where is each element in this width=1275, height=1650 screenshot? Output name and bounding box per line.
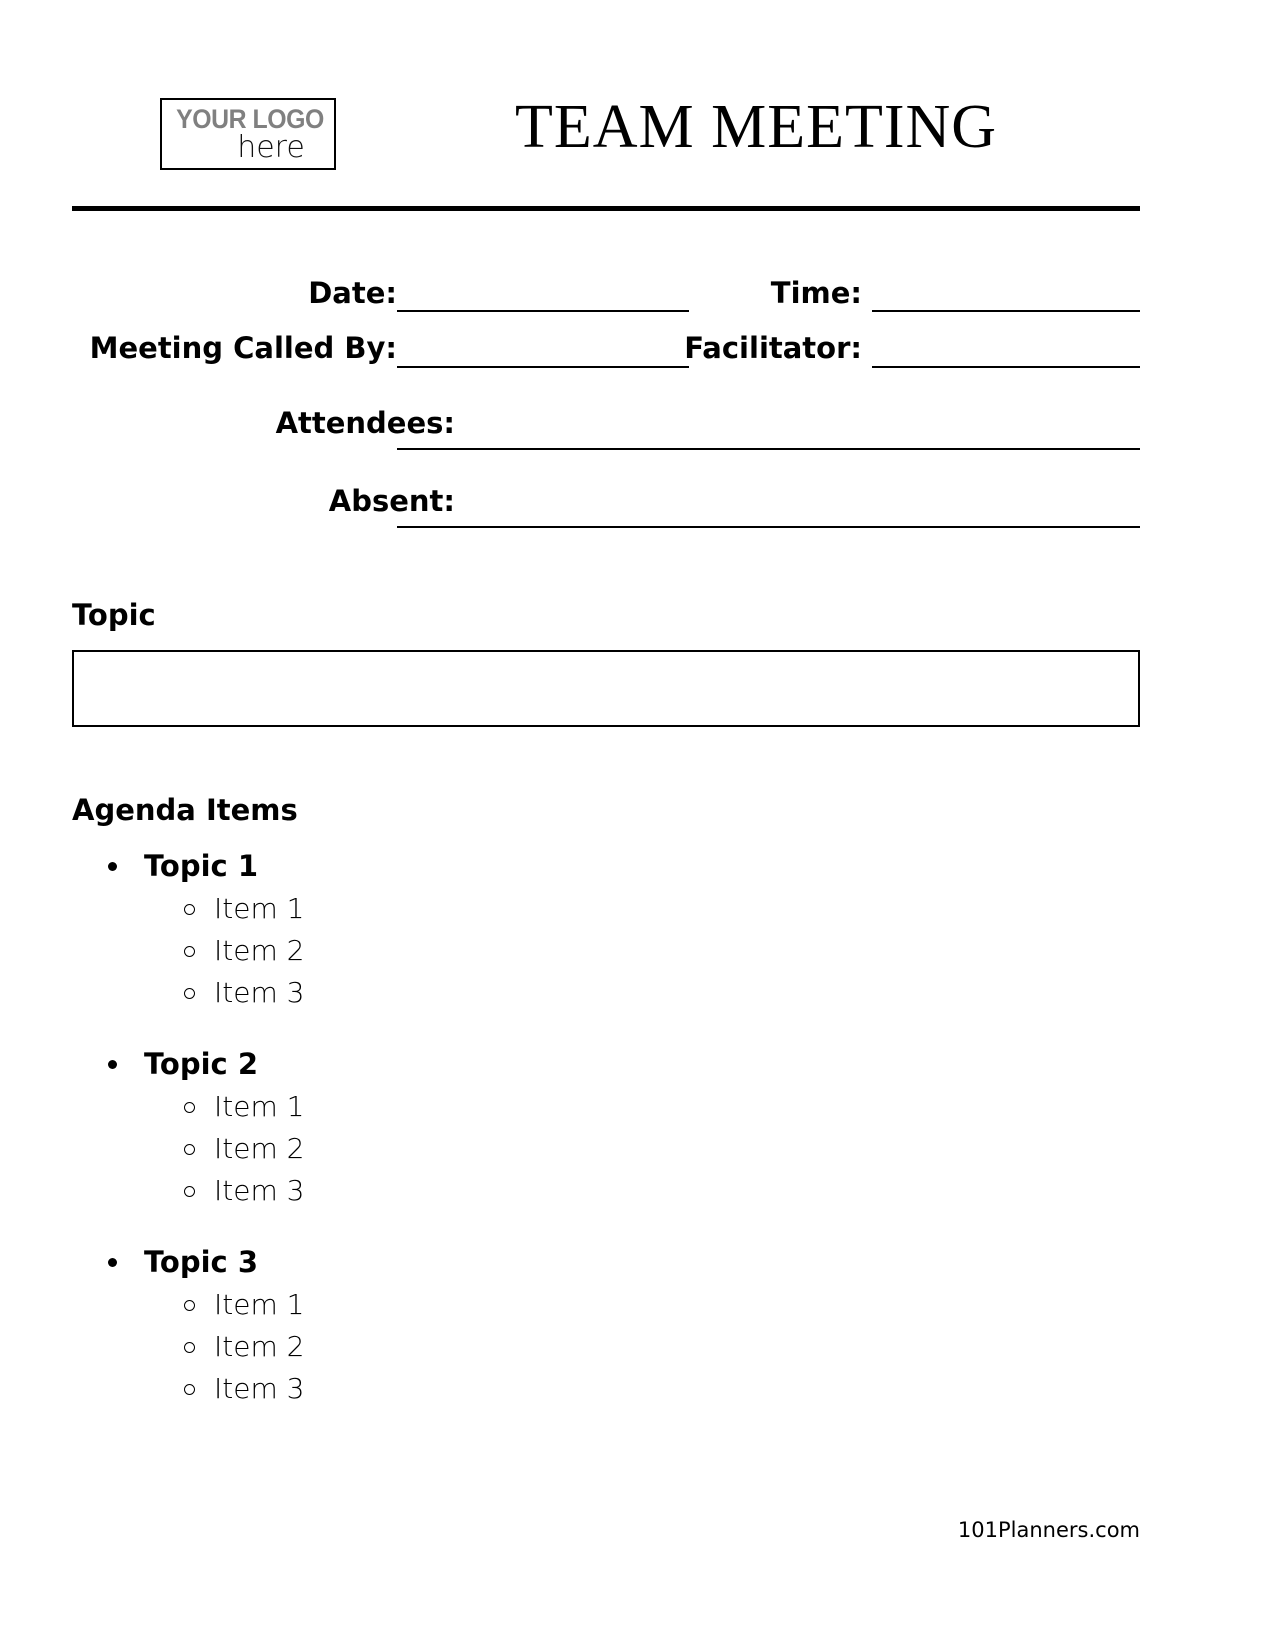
facilitator-input-line[interactable] xyxy=(872,366,1140,368)
meeting-called-by-label: Meeting Called By: xyxy=(89,331,397,365)
logo-placeholder: YOUR LOGO here xyxy=(160,98,336,170)
agenda-item-row: Item 3 xyxy=(72,972,872,1014)
filled-bullet-icon xyxy=(108,1060,117,1069)
hollow-bullet-icon xyxy=(184,946,195,957)
agenda-item-row: Item 3 xyxy=(72,1368,872,1410)
time-input-line[interactable] xyxy=(872,310,1140,312)
header-divider-rule xyxy=(72,206,1140,211)
agenda-topic-row: Topic 1 xyxy=(72,845,872,888)
printable-page: YOUR LOGO here TEAM MEETING Date: Time: … xyxy=(0,0,1275,1650)
agenda-item-label: Item 1 xyxy=(214,892,305,925)
agenda-item-row: Item 2 xyxy=(72,1326,872,1368)
filled-bullet-icon xyxy=(108,1258,117,1267)
hollow-bullet-icon xyxy=(184,988,195,999)
agenda-item-row: Item 1 xyxy=(72,888,872,930)
meeting-called-by-input-line[interactable] xyxy=(397,366,689,368)
agenda-items-list: Topic 1 Item 1 Item 2 Item 3 Topic 2 Ite… xyxy=(72,845,872,1439)
time-label: Time: xyxy=(770,276,862,310)
attendees-label: Attendees: xyxy=(275,406,455,440)
attendees-input-line[interactable] xyxy=(397,448,1140,450)
agenda-item-label: Item 3 xyxy=(214,1372,305,1405)
agenda-topic-group: Topic 3 Item 1 Item 2 Item 3 xyxy=(72,1241,872,1410)
date-label: Date: xyxy=(308,276,397,310)
page-title: TEAM MEETING xyxy=(514,93,998,161)
agenda-topic-group: Topic 1 Item 1 Item 2 Item 3 xyxy=(72,845,872,1014)
hollow-bullet-icon xyxy=(184,1300,195,1311)
agenda-item-row: Item 2 xyxy=(72,1128,872,1170)
topic-input-box[interactable] xyxy=(72,650,1140,727)
agenda-topic-label: Topic 2 xyxy=(144,1047,259,1081)
hollow-bullet-icon xyxy=(184,1384,195,1395)
agenda-item-label: Item 3 xyxy=(214,1174,305,1207)
agenda-topic-row: Topic 2 xyxy=(72,1043,872,1086)
absent-input-line[interactable] xyxy=(397,526,1140,528)
hollow-bullet-icon xyxy=(184,904,195,915)
facilitator-label: Facilitator: xyxy=(684,331,862,365)
agenda-topic-label: Topic 3 xyxy=(144,1245,259,1279)
date-input-line[interactable] xyxy=(397,310,689,312)
agenda-topic-group: Topic 2 Item 1 Item 2 Item 3 xyxy=(72,1043,872,1212)
agenda-item-label: Item 2 xyxy=(214,1132,305,1165)
agenda-item-row: Item 2 xyxy=(72,930,872,972)
agenda-section-heading: Agenda Items xyxy=(72,793,298,827)
agenda-topic-row: Topic 3 xyxy=(72,1241,872,1284)
agenda-item-row: Item 1 xyxy=(72,1086,872,1128)
logo-line-2: here xyxy=(237,130,305,165)
hollow-bullet-icon xyxy=(184,1342,195,1353)
footer-credit: 101Planners.com xyxy=(957,1518,1140,1542)
page-header: YOUR LOGO here TEAM MEETING xyxy=(72,90,1140,185)
filled-bullet-icon xyxy=(108,862,117,871)
agenda-item-row: Item 3 xyxy=(72,1170,872,1212)
agenda-item-row: Item 1 xyxy=(72,1284,872,1326)
hollow-bullet-icon xyxy=(184,1186,195,1197)
hollow-bullet-icon xyxy=(184,1144,195,1155)
agenda-item-label: Item 1 xyxy=(214,1288,305,1321)
agenda-item-label: Item 1 xyxy=(214,1090,305,1123)
topic-section-heading: Topic xyxy=(72,598,156,632)
agenda-item-label: Item 2 xyxy=(214,934,305,967)
agenda-topic-label: Topic 1 xyxy=(144,849,259,883)
absent-label: Absent: xyxy=(328,484,455,518)
agenda-item-label: Item 2 xyxy=(214,1330,305,1363)
hollow-bullet-icon xyxy=(184,1102,195,1113)
agenda-item-label: Item 3 xyxy=(214,976,305,1009)
